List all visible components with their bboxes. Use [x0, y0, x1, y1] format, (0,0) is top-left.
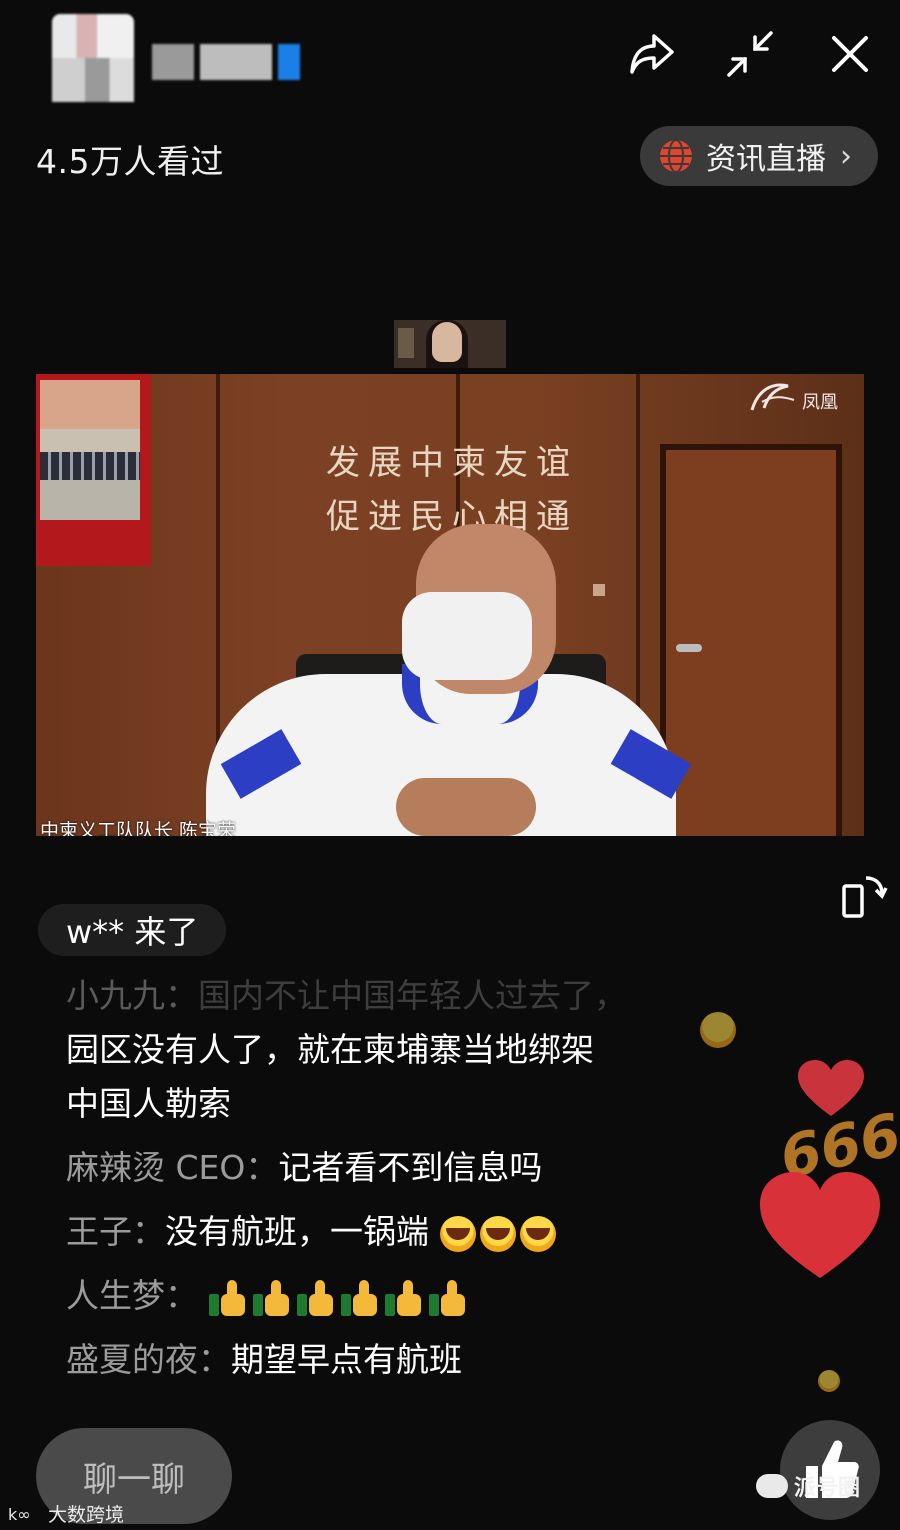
thumbs-up-emoji-icon	[384, 1279, 423, 1316]
globe-icon	[660, 139, 692, 173]
thumbs-up-emoji-icon	[208, 1279, 247, 1316]
chat-message: 小九九：国内不让中国年轻人过去了，	[66, 976, 627, 1015]
streamer-name-blurred	[152, 42, 312, 82]
news-live-button[interactable]: 资讯直播 ›	[640, 126, 878, 186]
thumbs-up-emoji-icon	[252, 1279, 291, 1316]
watermark-left: k∞ 大数跨境	[8, 1504, 125, 1526]
news-live-label: 资讯直播	[706, 142, 826, 177]
watermark-logo-icon: k∞	[8, 1505, 31, 1524]
watermark-right: 派号圈	[756, 1470, 860, 1502]
minimize-icon[interactable]	[724, 28, 776, 80]
share-icon[interactable]	[626, 28, 678, 80]
floating-heart-icon	[760, 1172, 880, 1278]
broadcaster-logo: 凤凰	[748, 380, 856, 416]
laugh-cry-emoji-icon	[519, 1215, 556, 1252]
wechat-icon	[756, 1474, 788, 1498]
chat-message-continued: 中国人勒索	[66, 1084, 231, 1123]
chat-message: 麻辣烫 CEO：记者看不到信息吗	[66, 1148, 543, 1187]
live-video[interactable]: 发展中柬友谊 促进民心相通 中柬义工队队长 陈宝荣 凤凰	[36, 374, 864, 836]
chat-message: 人生梦：	[66, 1270, 706, 1322]
chevron-right-icon: ›	[840, 138, 852, 174]
svg-text:k∞: k∞	[8, 1505, 31, 1524]
laugh-cry-emoji-icon	[479, 1215, 516, 1252]
user-enter-notice: w** 来了	[38, 904, 227, 956]
laugh-cry-emoji-icon	[439, 1215, 476, 1252]
video-caption: 中柬义工队队长 陈宝荣	[40, 820, 237, 836]
door	[660, 444, 842, 836]
chat-message-continued: 园区没有人了，就在柬埔寨当地绑架	[66, 1030, 594, 1069]
chat-message: 王子：没有航班，一锅端	[66, 1206, 706, 1258]
rotate-screen-icon[interactable]	[836, 870, 888, 922]
thumbs-up-emoji-icon	[340, 1279, 379, 1316]
floating-emoji-icon	[700, 1012, 736, 1048]
thumbs-up-emoji-icon	[428, 1279, 467, 1316]
floating-emoji-icon	[818, 1370, 840, 1392]
close-icon[interactable]	[824, 28, 876, 80]
host-pip-video[interactable]	[394, 320, 506, 368]
viewer-count: 4.5万人看过	[36, 142, 224, 181]
streamer-avatar[interactable]	[52, 14, 134, 102]
thumbs-up-emoji-icon	[296, 1279, 335, 1316]
chat-message: 盛夏的夜：期望早点有航班	[66, 1340, 462, 1379]
